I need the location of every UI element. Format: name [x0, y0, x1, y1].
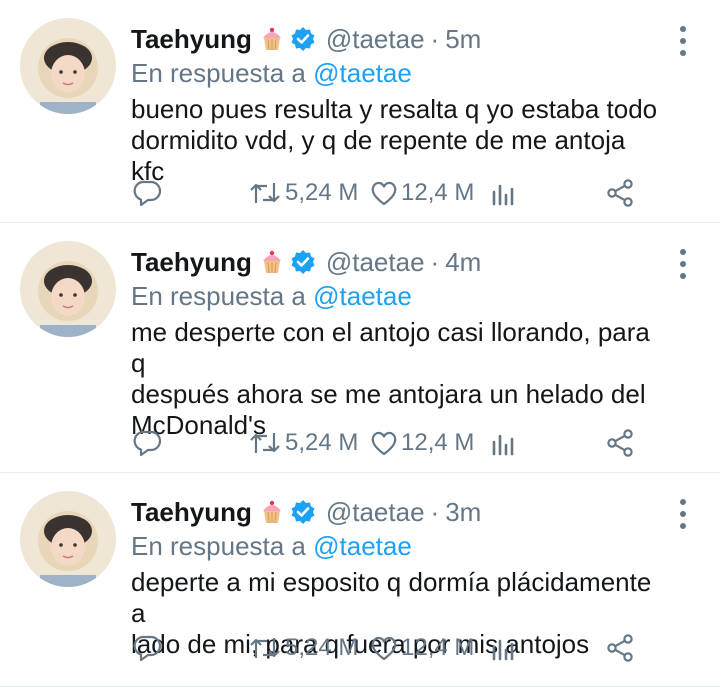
tweet-actions: 5,24 M 12,4 M — [133, 176, 640, 210]
display-name[interactable]: Taehyung — [131, 24, 252, 55]
share-icon — [607, 634, 633, 662]
share-button[interactable] — [605, 178, 635, 208]
reply-prefix: En respuesta a — [131, 58, 306, 88]
cupcake-icon — [260, 26, 284, 52]
heart-icon — [371, 636, 397, 661]
user-handle[interactable]: @taetae — [326, 24, 425, 55]
display-name[interactable]: Taehyung — [131, 247, 252, 278]
separator-dot: · — [430, 23, 440, 54]
reply-button[interactable] — [133, 178, 163, 208]
tweet-text: me desperte con el antojo casi llorando,… — [131, 317, 650, 440]
heart-icon — [371, 181, 397, 206]
reply-button[interactable] — [133, 633, 163, 663]
more-vertical-icon[interactable] — [676, 499, 690, 529]
reply-mention-link[interactable]: @taetae — [313, 531, 412, 561]
like-button[interactable]: 12,4 M — [369, 633, 474, 663]
timestamp[interactable]: 4m — [445, 247, 481, 278]
verified-badge-icon — [290, 26, 316, 52]
share-button[interactable] — [605, 428, 635, 458]
stats-icon — [492, 434, 514, 456]
reply-mention-link[interactable]: @taetae — [313, 58, 412, 88]
avatar[interactable] — [20, 241, 116, 337]
separator-dot: · — [430, 246, 440, 277]
tweet[interactable]: Taehyung @taetae · 4m En respuesta a @ta… — [0, 223, 720, 473]
retweet-button[interactable]: 5,24 M — [247, 633, 358, 663]
retweet-count: 5,24 M — [285, 179, 359, 206]
display-name[interactable]: Taehyung — [131, 497, 252, 528]
stats-icon — [492, 639, 514, 661]
tweet[interactable]: Taehyung @taetae · 5m En respuesta a @ta… — [0, 0, 720, 223]
stats-icon — [492, 184, 514, 206]
avatar[interactable] — [20, 491, 116, 587]
tweet-text: bueno pues resulta y resalta q yo estaba… — [131, 94, 658, 186]
retweet-button[interactable]: 5,24 M — [247, 428, 358, 458]
retweet-icon — [250, 433, 280, 453]
more-vertical-icon[interactable] — [676, 249, 690, 279]
tweet-header: Taehyung @taetae · 3m — [131, 495, 660, 529]
avatar[interactable] — [20, 18, 116, 114]
reply-context: En respuesta a @taetae — [131, 529, 660, 563]
retweet-icon — [250, 638, 280, 658]
like-count: 12,4 M — [401, 429, 475, 456]
user-handle[interactable]: @taetae — [326, 497, 425, 528]
reply-prefix: En respuesta a — [131, 531, 306, 561]
like-count: 12,4 M — [401, 634, 475, 661]
timestamp[interactable]: 5m — [445, 24, 481, 55]
reply-prefix: En respuesta a — [131, 281, 306, 311]
retweet-button[interactable]: 5,24 M — [247, 178, 358, 208]
reply-context: En respuesta a @taetae — [131, 56, 660, 90]
tweet-actions: 5,24 M 12,4 M — [133, 426, 640, 460]
tweet-header: Taehyung @taetae · 5m — [131, 22, 660, 56]
reply-mention-link[interactable]: @taetae — [313, 281, 412, 311]
like-button[interactable]: 12,4 M — [369, 178, 474, 208]
reply-icon — [133, 180, 162, 207]
separator-dot: · — [430, 496, 440, 527]
share-icon — [607, 429, 633, 457]
reply-button[interactable] — [133, 428, 163, 458]
verified-badge-icon — [290, 499, 316, 525]
more-vertical-icon[interactable] — [676, 26, 690, 56]
timestamp[interactable]: 3m — [445, 497, 481, 528]
verified-badge-icon — [290, 249, 316, 275]
share-button[interactable] — [605, 633, 635, 663]
tweet-actions: 5,24 M 12,4 M — [133, 631, 640, 665]
reply-icon — [133, 430, 162, 457]
cupcake-icon — [260, 499, 284, 525]
cupcake-icon — [260, 249, 284, 275]
tweet[interactable]: Taehyung @taetae · 3m En respuesta a @ta… — [0, 473, 720, 687]
user-handle[interactable]: @taetae — [326, 247, 425, 278]
reply-icon — [133, 635, 162, 662]
stats-button[interactable] — [489, 633, 519, 663]
reply-context: En respuesta a @taetae — [131, 279, 660, 313]
retweet-count: 5,24 M — [285, 429, 359, 456]
like-count: 12,4 M — [401, 179, 475, 206]
stats-button[interactable] — [489, 178, 519, 208]
stats-button[interactable] — [489, 428, 519, 458]
like-button[interactable]: 12,4 M — [369, 428, 474, 458]
tweet-header: Taehyung @taetae · 4m — [131, 245, 660, 279]
heart-icon — [371, 431, 397, 456]
retweet-icon — [250, 183, 280, 203]
share-icon — [607, 179, 633, 207]
retweet-count: 5,24 M — [285, 634, 359, 661]
